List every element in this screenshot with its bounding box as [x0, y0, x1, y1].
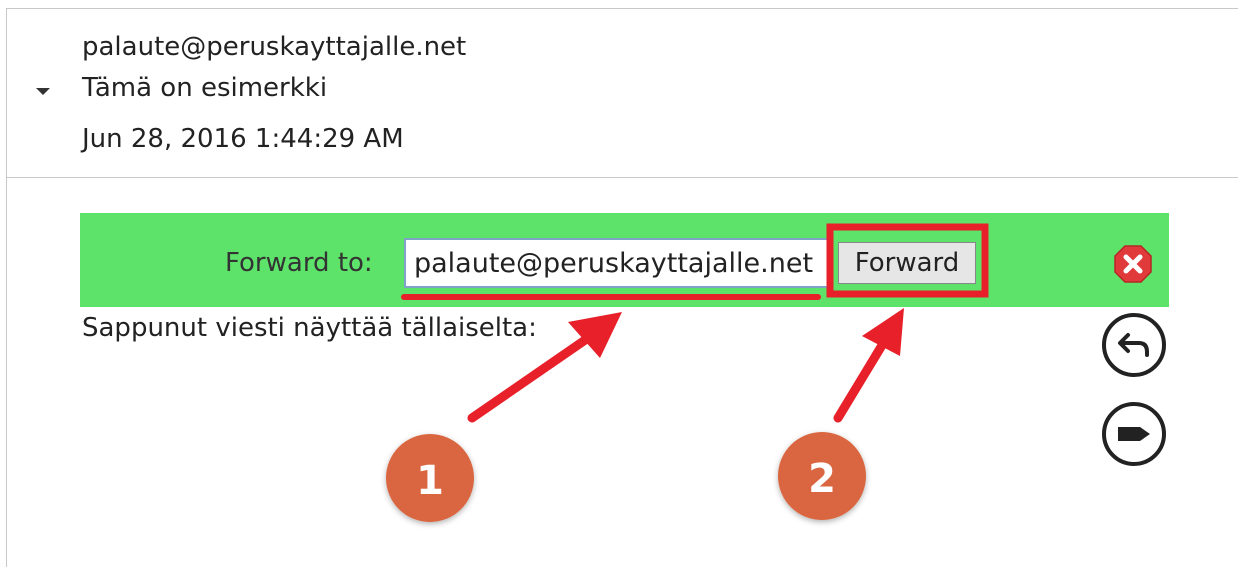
caret-down-icon[interactable] — [36, 88, 50, 95]
step-1-badge: 1 — [386, 434, 474, 522]
close-icon[interactable] — [1113, 244, 1153, 284]
header-divider — [6, 177, 1238, 178]
forward-to-label: Forward to: — [225, 248, 373, 278]
more-actions-icon[interactable] — [1101, 401, 1167, 467]
step-2-badge: 2 — [778, 432, 866, 520]
step-1-label: 1 — [416, 458, 444, 504]
message-subject: Tämä on esimerkki — [82, 73, 328, 103]
window-left-border — [6, 8, 7, 567]
reply-icon[interactable] — [1101, 312, 1167, 378]
message-date: Jun 28, 2016 1:44:29 AM — [82, 124, 404, 154]
window-top-border — [6, 8, 1238, 9]
forward-to-input[interactable] — [404, 238, 832, 288]
message-body: Sappunut viesti näyttää tällaiselta: — [82, 313, 537, 343]
forward-button[interactable]: Forward — [838, 242, 976, 284]
arrow-2 — [833, 308, 904, 423]
message-from: palaute@peruskayttajalle.net — [82, 32, 467, 62]
step-2-label: 2 — [808, 456, 836, 502]
